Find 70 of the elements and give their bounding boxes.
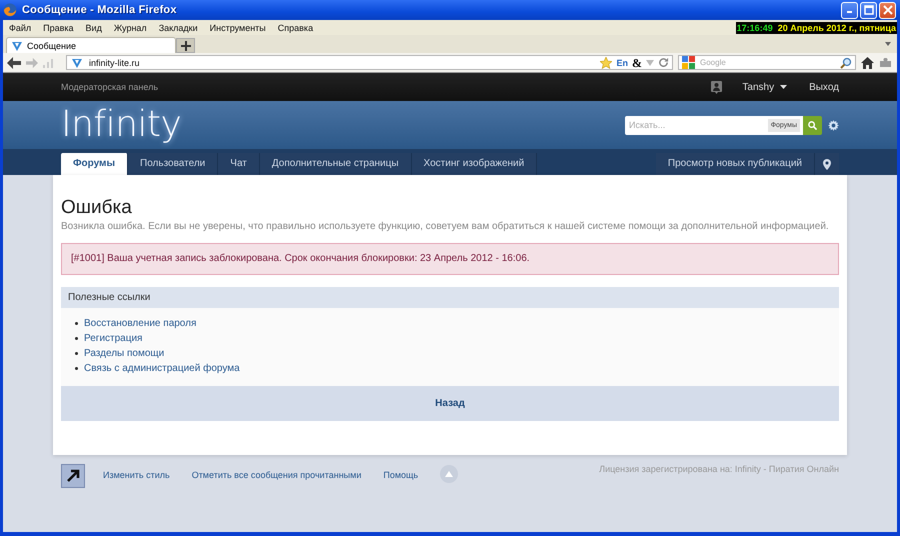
- signal-bars-icon: [43, 58, 55, 68]
- help-link[interactable]: Восстановление пароля: [84, 318, 196, 329]
- bullet-icon: [75, 367, 78, 370]
- search-icon: [808, 120, 817, 130]
- user-menu-button[interactable]: Tanshy: [742, 82, 788, 92]
- maximize-icon: [864, 5, 874, 15]
- close-button[interactable]: [879, 2, 896, 18]
- menu-item[interactable]: Файл: [3, 22, 38, 32]
- menu-item[interactable]: Справка: [272, 22, 320, 32]
- bullet-icon: [75, 352, 78, 355]
- menu-item[interactable]: Закладки: [152, 22, 204, 32]
- menu-item[interactable]: Правка: [37, 22, 80, 32]
- nav-tab[interactable]: Пользователи: [128, 153, 218, 175]
- menu-item[interactable]: Вид: [80, 22, 108, 32]
- nav-tab[interactable]: Чат: [218, 153, 260, 175]
- nav-tab[interactable]: Дополнительные страницы: [260, 153, 412, 175]
- help-link[interactable]: Регистрация: [84, 333, 142, 344]
- bullet-icon: [75, 337, 78, 340]
- window-title: Сообщение - Mozilla Firefox: [22, 4, 177, 16]
- settings-icon[interactable]: [828, 120, 839, 130]
- diagonal-arrow-icon: [65, 468, 81, 484]
- menu-item[interactable]: Журнал: [108, 22, 153, 32]
- new-tab-button[interactable]: [176, 38, 195, 53]
- caret-icon: [780, 85, 788, 89]
- menu-item[interactable]: Инструменты: [204, 22, 272, 32]
- help-link[interactable]: Связь с администрацией форума: [84, 363, 240, 374]
- home-icon[interactable]: [861, 56, 874, 68]
- back-button[interactable]: Назад: [61, 386, 839, 421]
- dropdown-caret-icon[interactable]: [885, 42, 891, 46]
- nav-tab[interactable]: Хостинг изображений: [412, 153, 538, 175]
- footer-link[interactable]: Изменить стиль: [103, 464, 170, 486]
- new-posts-link[interactable]: Просмотр новых публикаций: [656, 153, 815, 175]
- up-triangle-icon: [445, 471, 454, 477]
- plus-icon: [180, 40, 190, 50]
- address-field[interactable]: infinity-lite.ru En &: [66, 55, 673, 70]
- star-icon[interactable]: [600, 56, 612, 68]
- clock-date: 20 Апрель 2012 г., пятница: [778, 22, 896, 32]
- site-favicon-icon: [11, 40, 23, 52]
- search-engine-icon[interactable]: [682, 56, 696, 70]
- error-heading: Ошибка: [61, 197, 133, 219]
- search-button[interactable]: [803, 116, 822, 134]
- panel-header: Полезные ссылки: [61, 287, 839, 308]
- minimize-button[interactable]: [841, 2, 858, 18]
- help-link[interactable]: Разделы помощи: [84, 348, 164, 359]
- close-icon: [882, 5, 892, 15]
- user-profile-icon[interactable]: [711, 80, 722, 94]
- maximize-button[interactable]: [860, 2, 877, 18]
- style-switch-button[interactable]: [61, 464, 85, 488]
- logout-link[interactable]: Выход: [809, 82, 839, 92]
- language-indicator: En: [616, 58, 628, 68]
- reload-icon[interactable]: [658, 57, 669, 68]
- bullet-icon: [75, 322, 78, 325]
- error-description: Возникла ошибка. Если вы не уверены, что правильно используете функцию, советуем вам обратиться к нашей системе помощи за дополнительной информацией.: [61, 220, 830, 233]
- puzzle-icon[interactable]: [879, 58, 893, 68]
- footer-link[interactable]: Отметить все сообщения прочитанными: [192, 464, 362, 486]
- map-pin-icon: [823, 158, 831, 170]
- browser-tab[interactable]: Сообщение: [6, 37, 176, 53]
- nav-tab[interactable]: Форумы: [61, 153, 128, 175]
- moderator-panel-link[interactable]: Модераторская панель: [61, 82, 158, 92]
- license-text: Лицензия зарегистрирована на: Infinity - Пиратия Онлайн: [599, 464, 839, 474]
- site-favicon-icon: [71, 56, 83, 68]
- location-pin-button[interactable]: [815, 153, 839, 175]
- back-arrow-icon[interactable]: [7, 56, 21, 68]
- site-logo[interactable]: Infinity: [61, 105, 182, 145]
- footer-link[interactable]: Помощь: [383, 464, 418, 486]
- ampersand-icon[interactable]: &: [632, 56, 642, 68]
- search-icon[interactable]: [840, 56, 852, 68]
- error-message: [#1001] Ваша учетная запись заблокирована. Срок окончания блокировки: 23 Апрель 2012 - 16:06.: [61, 243, 839, 275]
- globe-icon: [3, 3, 17, 17]
- clock-time: 17:16:49: [736, 22, 773, 32]
